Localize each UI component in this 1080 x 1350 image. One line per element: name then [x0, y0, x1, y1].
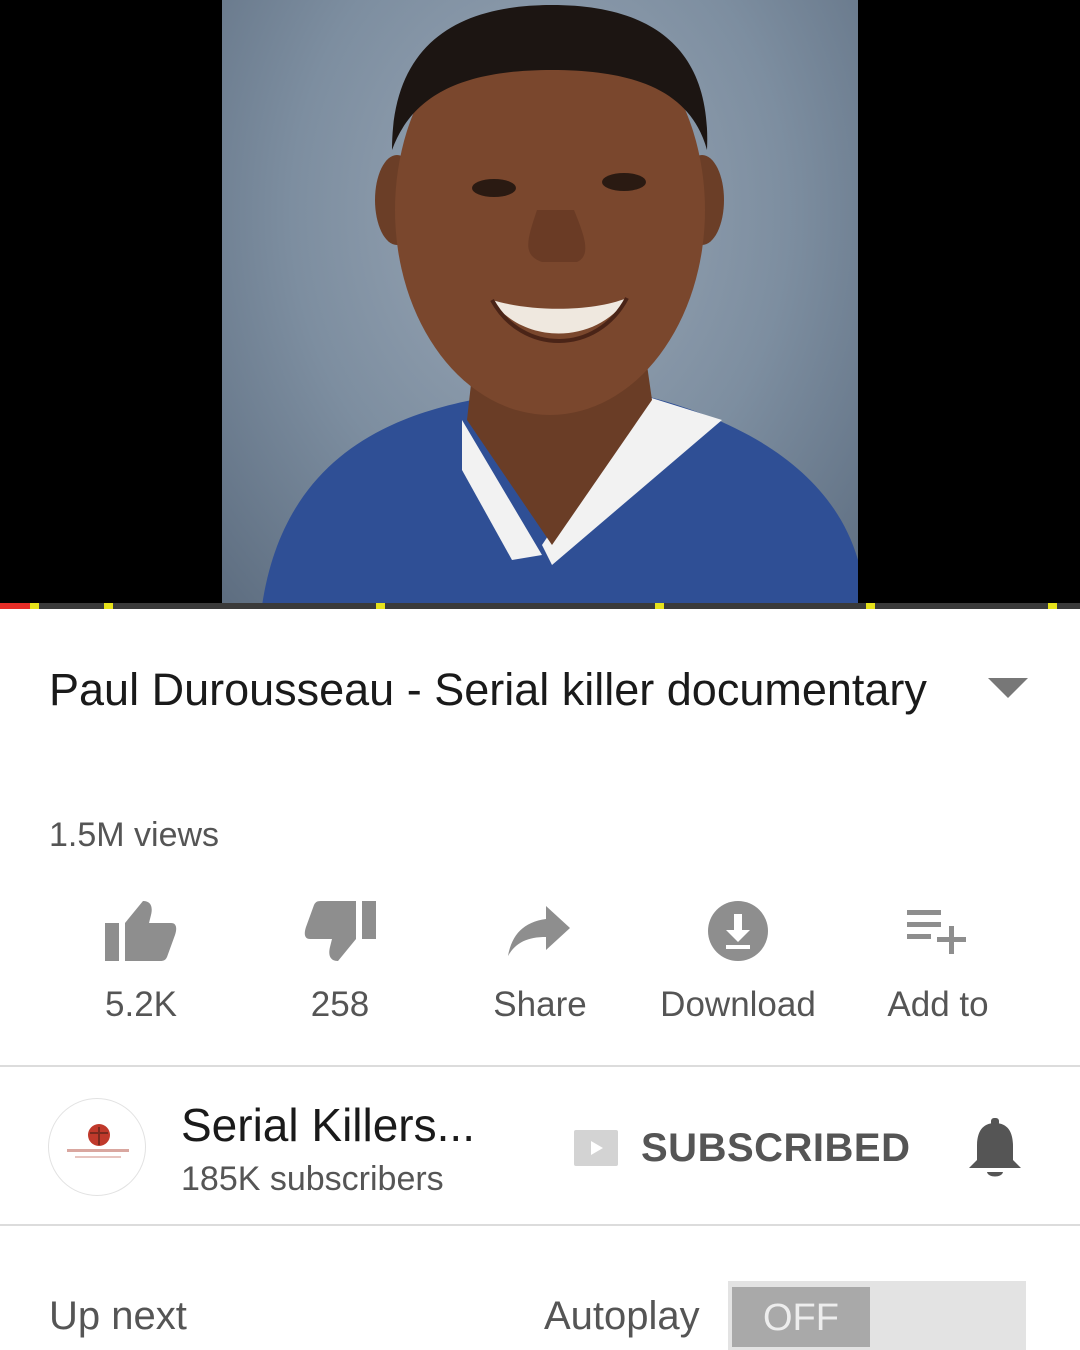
chevron-down-icon: [988, 678, 1028, 698]
download-button[interactable]: Download: [638, 895, 838, 1025]
subscribe-button[interactable]: SUBSCRIBED: [641, 1126, 910, 1171]
autoplay-toggle[interactable]: OFF: [728, 1281, 1026, 1350]
add-to-button[interactable]: Add to: [838, 895, 1038, 1025]
channel-name[interactable]: Serial Killers...: [181, 1098, 475, 1152]
subscriber-count: 185K subscribers: [181, 1160, 444, 1198]
video-frame[interactable]: [222, 0, 858, 606]
autoplay-toggle-knob[interactable]: OFF: [732, 1287, 870, 1347]
like-button[interactable]: 5.2K: [41, 895, 241, 1025]
share-button[interactable]: Share: [440, 895, 640, 1025]
subscribed-icon[interactable]: [574, 1130, 618, 1171]
ad-marker: [655, 603, 664, 609]
add-to-playlist-icon: [907, 910, 966, 954]
notifications-button[interactable]: [967, 1118, 1023, 1185]
video-player[interactable]: [0, 0, 1080, 606]
ad-marker: [376, 603, 385, 609]
like-count: 5.2K: [105, 985, 177, 1024]
download-icon: [708, 901, 768, 961]
portrait-image: [262, 5, 858, 606]
channel-logo: [67, 1124, 129, 1158]
video-progress-bar[interactable]: [0, 603, 1080, 609]
progress-played: [0, 603, 33, 609]
add-to-label: Add to: [887, 985, 989, 1024]
ad-marker: [1048, 603, 1057, 609]
share-icon: [508, 906, 570, 956]
view-count: 1.5M views: [49, 816, 220, 854]
dislike-button[interactable]: 258: [240, 895, 440, 1025]
bell-icon: [969, 1118, 1021, 1177]
video-title: Paul Durousseau - Serial killer document…: [49, 664, 927, 715]
share-label: Share: [493, 985, 587, 1024]
autoplay-label: Autoplay: [544, 1294, 700, 1338]
download-label: Download: [660, 985, 816, 1024]
channel-avatar[interactable]: [48, 1098, 146, 1196]
thumbs-down-icon: [304, 901, 376, 961]
ad-marker: [104, 603, 113, 609]
ad-marker: [866, 603, 875, 609]
up-next-label: Up next: [49, 1294, 187, 1338]
divider: [0, 1224, 1080, 1226]
ad-marker: [30, 603, 39, 609]
divider: [0, 1065, 1080, 1067]
expand-description-button[interactable]: [988, 678, 1028, 703]
play-badge-icon: [574, 1130, 618, 1166]
thumbs-up-icon: [105, 901, 177, 961]
dislike-count: 258: [310, 985, 370, 1024]
